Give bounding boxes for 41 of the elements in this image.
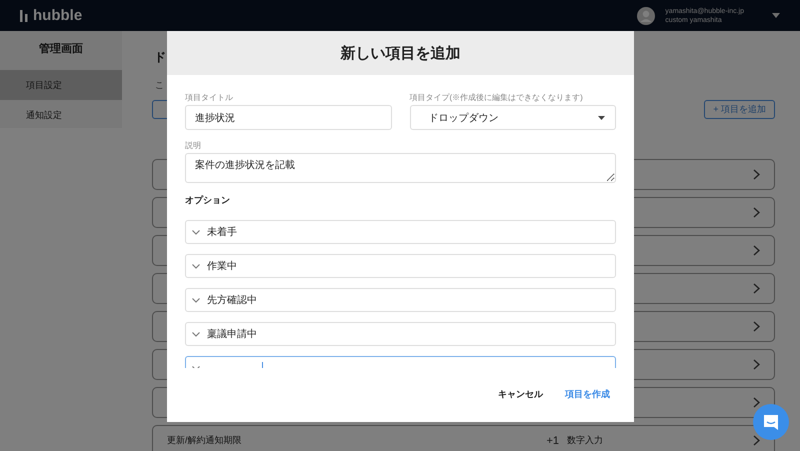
item-name: 更新/解約通知期限 bbox=[167, 434, 242, 447]
option-row[interactable]: 先方確認中 bbox=[185, 288, 616, 312]
chevron-right-icon bbox=[753, 397, 760, 408]
chevron-down-icon bbox=[192, 298, 200, 302]
caret-icon bbox=[598, 116, 605, 120]
chevron-right-icon bbox=[753, 435, 760, 446]
chat-icon bbox=[762, 413, 780, 431]
field-label: 説明 bbox=[185, 140, 202, 151]
title-field[interactable]: 進捗状況 bbox=[185, 105, 392, 130]
chevron-right-icon bbox=[753, 169, 760, 180]
description-field[interactable]: 案件の進捗状況を記載 bbox=[185, 153, 616, 183]
page-heading: ド bbox=[154, 49, 166, 66]
field-label: 項目タイトル bbox=[185, 92, 234, 103]
dialog-title: 新しい項目を追加 bbox=[340, 44, 460, 62]
chevron-down-icon bbox=[192, 264, 200, 268]
chevron-right-icon bbox=[753, 321, 760, 332]
caret-icon[interactable] bbox=[772, 13, 780, 18]
chevron-right-icon bbox=[753, 359, 760, 370]
type-dropdown[interactable]: ドロップダウン bbox=[410, 105, 616, 130]
bars-logo-icon bbox=[20, 10, 29, 22]
cancel-button[interactable]: キャンセル bbox=[492, 384, 549, 405]
item-type: 数字入力 bbox=[567, 434, 603, 447]
chat-button[interactable] bbox=[753, 404, 789, 440]
option-row[interactable]: 作業中 bbox=[185, 254, 616, 278]
logo-text: hubble bbox=[33, 7, 82, 24]
option-row[interactable]: 稟議申請中 bbox=[185, 322, 616, 346]
option-row[interactable]: 未着手 bbox=[185, 220, 616, 244]
options-heading: オプション bbox=[185, 194, 231, 207]
chevron-down-icon bbox=[192, 332, 200, 336]
logo[interactable]: hubble bbox=[20, 7, 82, 24]
chevron-right-icon bbox=[753, 207, 760, 218]
avatar-icon[interactable] bbox=[637, 6, 656, 24]
type-icon: +1 bbox=[546, 434, 559, 446]
sidebar-title: 管理画面 bbox=[38, 42, 84, 57]
chevron-right-icon bbox=[753, 245, 760, 256]
chevron-right-icon bbox=[753, 283, 760, 294]
field-label: 項目タイプ(※作成後に編集はできなくなります) bbox=[410, 92, 584, 103]
sidebar-item[interactable]: 通知設定 bbox=[0, 100, 122, 130]
create-button[interactable]: 項目を作成 bbox=[559, 384, 616, 405]
page-description: こ bbox=[155, 79, 164, 92]
chevron-down-icon bbox=[192, 230, 200, 234]
